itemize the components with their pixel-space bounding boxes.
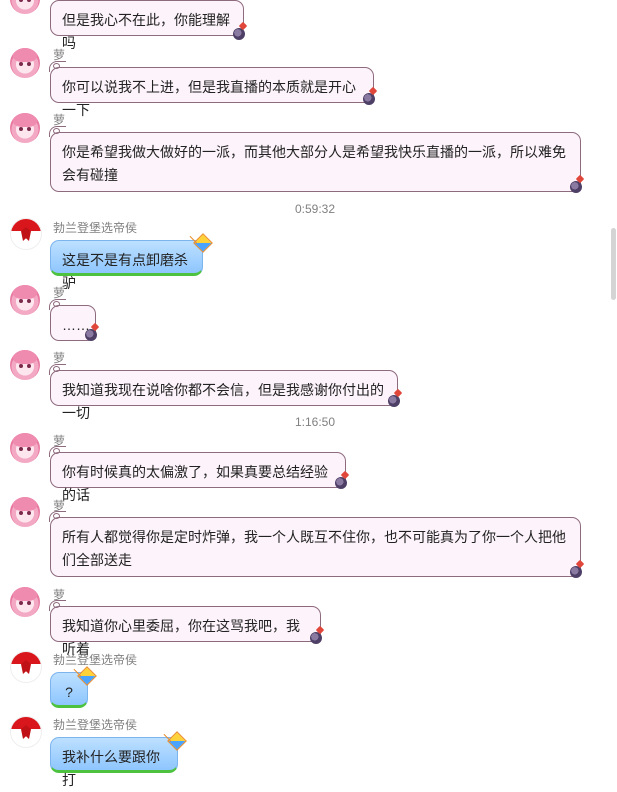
sender-name: 萝 <box>53 351 66 365</box>
message-text: 我知道你心里委屈，你在这骂我吧，我听着 <box>62 618 300 657</box>
scrollbar-track[interactable] <box>609 0 617 750</box>
scrollbar-thumb[interactable] <box>611 228 616 300</box>
sender-name: 萝 <box>53 113 66 127</box>
bubble-swirl-icon <box>49 600 66 611</box>
message-text: 你可以说我不上进，但是我直播的本质就是开心一下 <box>62 79 356 118</box>
sender-name: 萝 <box>53 48 66 62</box>
message-text: 但是我心不在此，你能理解吗 <box>62 12 230 51</box>
sender-name: 萝 <box>53 286 66 300</box>
bubble-decoration-icon <box>570 181 582 193</box>
message-text: ? <box>65 684 73 700</box>
message-bubble[interactable]: 我知道你心里委屈，你在这骂我吧，我听着 <box>49 600 321 657</box>
message-text: 你有时候真的太偏激了，如果真要总结经验的话 <box>62 464 328 503</box>
avatar[interactable] <box>10 716 42 748</box>
message-text: 这是不是有点卸磨杀驴 <box>62 252 188 291</box>
message-bubble[interactable]: 你有时候真的太偏激了，如果真要总结经验的话 <box>49 446 346 503</box>
message-text: 我补什么要跟你打 <box>62 749 160 788</box>
bubble-swirl-icon <box>49 299 66 310</box>
bubble-decoration-icon <box>310 632 322 644</box>
message-bubble[interactable]: 你可以说我不上进，但是我直播的本质就是开心一下 <box>49 61 374 118</box>
message-bubble[interactable]: 我知道我现在说啥你都不会信，但是我感谢你付出的一切 <box>49 364 398 421</box>
avatar[interactable] <box>10 433 40 463</box>
bubble-decoration-icon <box>570 566 582 578</box>
avatar[interactable] <box>10 651 42 683</box>
chat-history: 但是我心不在此，你能理解吗 萝 你可以说我不上进，但是我直播的本质就是开心一下 … <box>0 0 605 788</box>
avatar[interactable] <box>10 48 40 78</box>
message-text: 你是希望我做大做好的一派，而其他大部分人是希望我快乐直播的一派，所以难免会有碰撞 <box>62 144 566 183</box>
message-bubble[interactable]: 但是我心不在此，你能理解吗 <box>50 0 244 51</box>
bubble-swirl-icon <box>49 446 66 457</box>
avatar[interactable] <box>10 113 40 143</box>
bubble-swirl-icon <box>49 364 66 375</box>
bubble-decoration-icon <box>85 329 97 341</box>
message-bubble[interactable]: 所有人都觉得你是定时炸弹，我一个人既互不住你，也不可能真为了你一个人把他们全部送… <box>49 511 581 577</box>
bubble-decoration-icon <box>233 28 245 40</box>
avatar[interactable] <box>10 587 40 617</box>
avatar[interactable] <box>10 285 40 315</box>
message-bubble[interactable]: 我补什么要跟你打 <box>50 737 178 788</box>
message-bubble[interactable]: 这是不是有点卸磨杀驴 <box>50 240 203 291</box>
message-bubble[interactable]: 你是希望我做大做好的一派，而其他大部分人是希望我快乐直播的一派，所以难免会有碰撞 <box>49 126 581 192</box>
avatar[interactable] <box>10 350 40 380</box>
bubble-swirl-icon <box>49 511 66 522</box>
timestamp: 1:16:50 <box>294 415 336 429</box>
bubble-decoration-icon <box>335 477 347 489</box>
timestamp: 0:59:32 <box>294 202 336 216</box>
avatar[interactable] <box>10 497 40 527</box>
message-text: 所有人都觉得你是定时炸弹，我一个人既互不住你，也不可能真为了你一个人把他们全部送… <box>62 529 566 568</box>
avatar[interactable] <box>10 0 40 14</box>
avatar[interactable] <box>10 218 42 250</box>
bubble-swirl-icon <box>49 126 66 137</box>
sender-name: 勃兰登堡选帝侯 <box>53 221 138 235</box>
bubble-decoration-icon <box>388 395 400 407</box>
bubble-swirl-icon <box>49 61 66 72</box>
sender-name: 勃兰登堡选帝侯 <box>53 718 138 732</box>
sender-name: 勃兰登堡选帝侯 <box>53 653 138 667</box>
bubble-decoration-icon <box>363 93 375 105</box>
